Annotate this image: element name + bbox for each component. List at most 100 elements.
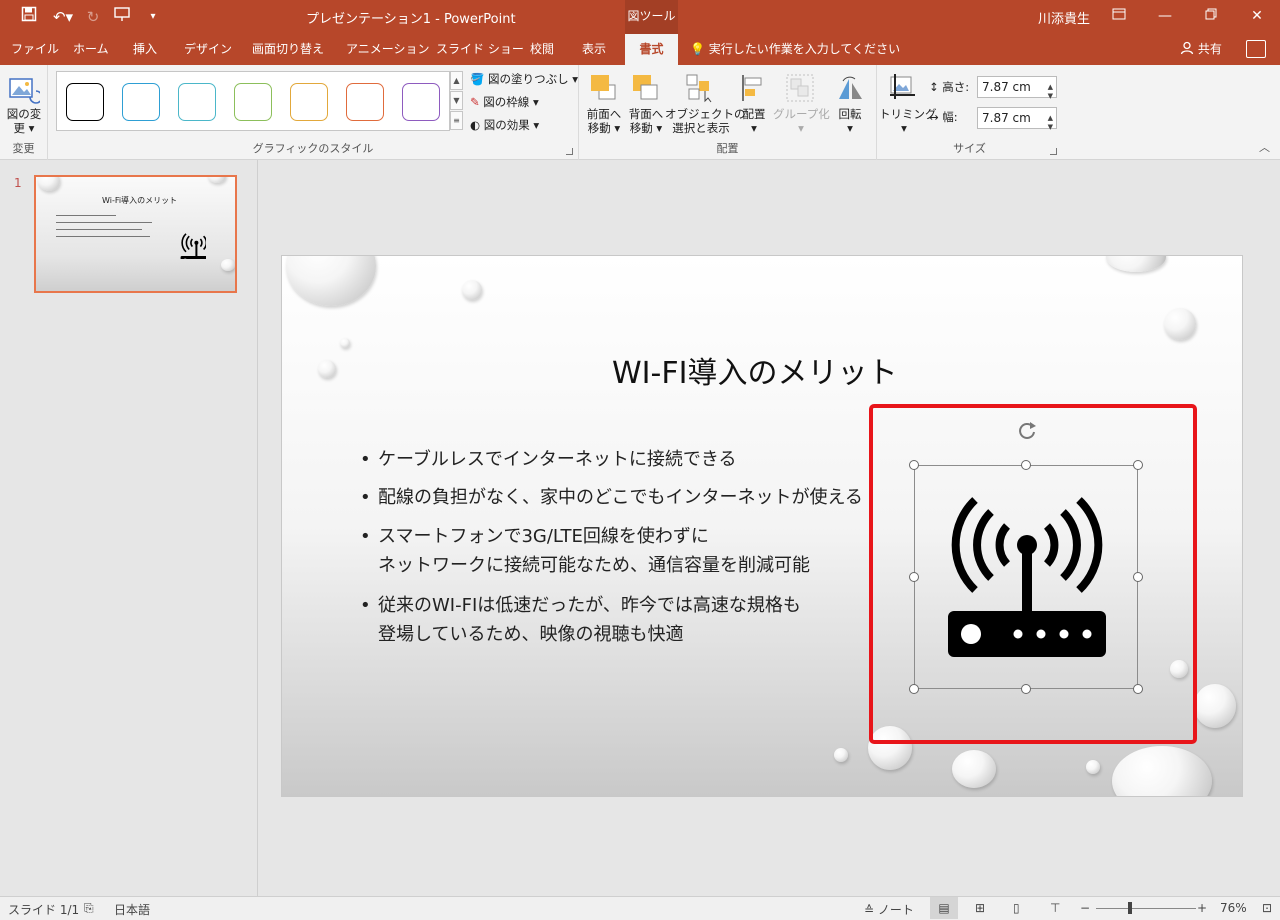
picture-fill-button[interactable]: 🪣 図の塗りつぶし ▾ <box>470 69 578 89</box>
ribbon-display-options-icon[interactable] <box>1104 4 1134 28</box>
bullet-text: 配線の負担がなく、家中のどこでもインターネットが使える <box>378 487 863 508</box>
share-button[interactable]: 共有 <box>1180 34 1222 65</box>
selection-pane-button[interactable]: オブジェクトの 選択と表示 <box>665 107 746 135</box>
water-droplet <box>318 360 336 378</box>
group-change: 図の変 更 ▾ 変更 <box>0 65 48 160</box>
bring-forward-icon[interactable] <box>589 73 619 106</box>
picture-fill-label: 図の塗りつぶし <box>487 72 569 86</box>
height-down-icon[interactable]: ▼ <box>1048 86 1053 106</box>
fit-to-window-icon[interactable]: ⊡ <box>1262 901 1272 915</box>
save-icon[interactable] <box>18 6 40 28</box>
zoom-slider-thumb[interactable] <box>1128 902 1132 914</box>
user-name[interactable]: 川添貴生 <box>1038 8 1090 27</box>
width-field[interactable]: 7.87 cm ▲ ▼ <box>977 107 1057 131</box>
gallery-scroll-down[interactable]: ▼ <box>450 91 463 110</box>
width-down-icon[interactable]: ▼ <box>1048 117 1053 137</box>
language-indicator[interactable]: 日本語 <box>114 901 150 918</box>
customize-qat-icon[interactable]: ▾ <box>142 6 164 28</box>
zoom-in-icon[interactable]: + <box>1197 901 1207 915</box>
start-slideshow-icon[interactable] <box>112 6 134 28</box>
water-droplet <box>1086 760 1100 774</box>
send-backward-icon[interactable] <box>631 73 661 106</box>
crop-label: トリミング <box>879 107 937 121</box>
tab-transitions[interactable]: 画面切り替え <box>246 34 330 65</box>
redo-icon[interactable]: ↻ <box>82 6 104 28</box>
picture-border-button[interactable]: ✎ 図の枠線 ▾ <box>470 92 539 112</box>
notes-button[interactable]: ≙ ノート <box>864 901 914 918</box>
style-option-6[interactable] <box>346 83 384 121</box>
height-field[interactable]: 7.87 cm ▲ ▼ <box>977 76 1057 100</box>
gallery-scroll-up[interactable]: ▲ <box>450 71 463 90</box>
zoom-level[interactable]: 76% <box>1220 901 1247 915</box>
tab-review[interactable]: 校閲 <box>524 34 560 65</box>
tell-me-search[interactable]: 💡 実行したい作業を入力してください <box>690 34 900 65</box>
group-objects-icon <box>785 73 815 106</box>
water-droplet <box>1164 308 1196 340</box>
minimize-icon[interactable]: — <box>1150 4 1180 28</box>
tab-format[interactable]: 書式 <box>625 34 678 65</box>
picture-effects-button[interactable]: ◐ 図の効果 ▾ <box>470 115 539 135</box>
water-droplet <box>1112 746 1212 796</box>
rotate-button[interactable]: 回転 ▾ <box>831 107 869 135</box>
tab-animations[interactable]: アニメーション <box>340 34 436 65</box>
slide-title[interactable]: WI-FI導入のメリット <box>612 348 897 392</box>
send-backward-label-1: 背面へ <box>628 107 664 121</box>
water-droplet <box>952 750 996 788</box>
rotate-icon[interactable] <box>835 73 865 106</box>
slide-sorter-icon[interactable]: ⊞ <box>975 901 985 915</box>
crop-icon[interactable] <box>887 73 917 106</box>
style-option-1[interactable] <box>66 83 104 121</box>
crop-button[interactable]: トリミング ▾ <box>879 107 937 135</box>
size-dialog-launcher-icon[interactable] <box>1050 148 1057 155</box>
slide-editing-area: WI-FI導入のメリット • ケーブルレスでインターネットに接続できる • 配線… <box>259 160 1280 896</box>
undo-icon[interactable]: ↶▾ <box>48 6 78 28</box>
tab-slideshow[interactable]: スライド ショー <box>430 34 530 65</box>
change-picture-icon[interactable] <box>8 73 43 108</box>
bring-forward-button[interactable]: 前面へ 移動 ▾ <box>583 107 625 135</box>
styles-dialog-launcher-icon[interactable] <box>566 148 573 155</box>
tab-file[interactable]: ファイル <box>5 34 65 65</box>
water-droplet <box>1194 684 1236 728</box>
zoom-out-icon[interactable]: − <box>1080 901 1090 915</box>
tab-home[interactable]: ホーム <box>67 34 115 65</box>
slide-thumbnail[interactable]: Wi-Fi導入のメリット <box>34 175 237 293</box>
style-option-7[interactable] <box>402 83 440 121</box>
style-option-5[interactable] <box>290 83 328 121</box>
send-backward-button[interactable]: 背面へ 移動 ▾ <box>625 107 667 135</box>
group-label-size: サイズ <box>953 142 986 155</box>
align-icon[interactable] <box>739 73 769 106</box>
align-button[interactable]: 配置 ▾ <box>735 107 773 135</box>
comments-icon[interactable] <box>1246 40 1266 58</box>
group-label-arrange: 配置 <box>716 142 739 155</box>
bullet-dot: • <box>360 487 371 508</box>
water-droplet <box>1106 256 1166 272</box>
restore-icon[interactable] <box>1196 4 1226 28</box>
water-droplet <box>462 280 482 300</box>
close-icon[interactable]: ✕ <box>1242 4 1272 28</box>
selection-pane-icon[interactable] <box>685 73 715 106</box>
bullet-text: ケーブルレスでインターネットに接続できる <box>378 449 737 470</box>
height-icon: ↕ <box>929 80 939 94</box>
highlight-annotation-frame <box>869 404 1197 744</box>
style-option-4[interactable] <box>234 83 272 121</box>
slideshow-view-icon[interactable]: ⊤ <box>1050 901 1060 915</box>
style-option-3[interactable] <box>178 83 216 121</box>
group-label: グループ化 <box>773 107 830 121</box>
slide-canvas[interactable]: WI-FI導入のメリット • ケーブルレスでインターネットに接続できる • 配線… <box>281 255 1243 797</box>
accessibility-icon[interactable]: ⎘ <box>84 901 94 916</box>
style-option-2[interactable] <box>122 83 160 121</box>
tab-design[interactable]: デザイン <box>178 34 238 65</box>
normal-view-icon[interactable]: ▤ <box>930 897 958 919</box>
tab-insert[interactable]: 挿入 <box>127 34 163 65</box>
zoom-slider[interactable] <box>1096 908 1196 909</box>
collapse-ribbon-icon[interactable]: ︿ <box>1259 139 1270 155</box>
gallery-more[interactable]: ≡ <box>450 111 463 130</box>
group-picture-styles: ▲ ▼ ≡ 🪣 図の塗りつぶし ▾ ✎ 図の枠線 ▾ ◐ 図の効果 ▾ グラフィ… <box>48 65 579 160</box>
picture-style-gallery <box>56 71 450 131</box>
tab-view[interactable]: 表示 <box>576 34 612 65</box>
selection-pane-label-2: 選択と表示 <box>672 121 730 135</box>
change-picture-button[interactable]: 図の変 更 ▾ <box>4 107 44 135</box>
reading-view-icon[interactable]: ▯ <box>1013 901 1020 915</box>
lightbulb-icon: 💡 <box>690 42 705 56</box>
slide-thumbnail-pane: 1 Wi-Fi導入のメリット <box>0 160 258 896</box>
